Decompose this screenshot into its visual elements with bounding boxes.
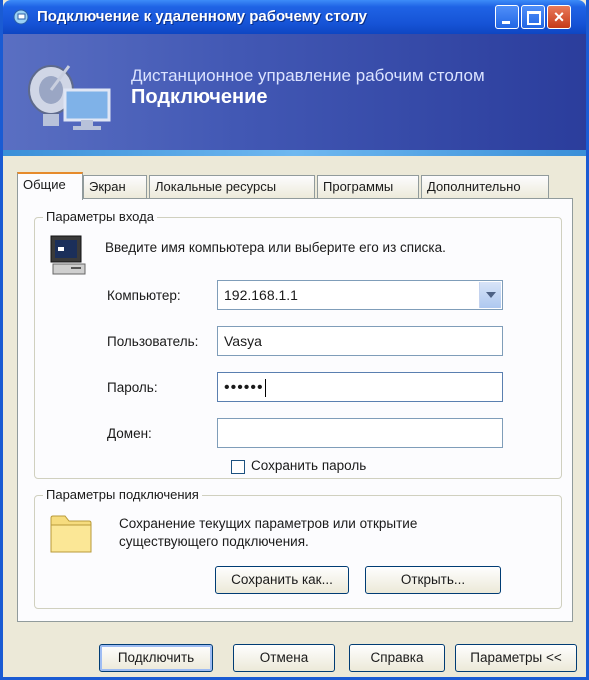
remote-desktop-logo-icon — [28, 65, 111, 130]
cancel-button[interactable]: Отмена — [233, 644, 335, 672]
dropdown-arrow-icon[interactable] — [479, 282, 501, 308]
password-label: Пароль: — [107, 380, 158, 395]
tab-general[interactable]: Общие — [17, 172, 83, 200]
tab-local-resources[interactable]: Локальные ресурсы — [149, 175, 315, 199]
domain-label: Домен: — [107, 426, 152, 441]
remote-desktop-icon — [13, 9, 29, 25]
connection-description-line2: существующего подключения. — [119, 534, 309, 549]
tab-programs[interactable]: Программы — [317, 175, 419, 199]
save-password-label[interactable]: Сохранить пароль — [251, 458, 366, 473]
connect-button[interactable]: Подключить — [99, 644, 213, 672]
minimize-icon[interactable] — [495, 5, 519, 29]
domain-field[interactable] — [217, 418, 503, 448]
help-button[interactable]: Справка — [349, 644, 445, 672]
computer-icon — [50, 235, 86, 275]
user-field[interactable]: Vasya — [217, 326, 503, 356]
user-label: Пользователь: — [107, 334, 199, 349]
login-settings-group: Параметры входа Введите имя компьютера и… — [34, 209, 562, 479]
close-icon[interactable]: × — [547, 5, 571, 29]
connection-settings-group: Параметры подключения Сохранение текущих… — [34, 487, 562, 609]
banner-stripe — [3, 150, 586, 156]
tab-display[interactable]: Экран — [83, 175, 147, 199]
tab-panel-general: Параметры входа Введите имя компьютера и… — [17, 198, 573, 622]
computer-combobox[interactable]: 192.168.1.1 — [217, 280, 503, 310]
folder-icon — [50, 515, 92, 553]
computer-label: Компьютер: — [107, 288, 181, 303]
window-title: Подключение к удаленному рабочему столу — [37, 8, 368, 25]
open-button[interactable]: Открыть... — [365, 566, 501, 594]
user-value: Vasya — [224, 333, 262, 349]
computer-value: 192.168.1.1 — [224, 287, 298, 303]
banner-subtitle: Дистанционное управление рабочим столом — [131, 66, 485, 85]
save-as-button[interactable]: Сохранить как... — [215, 566, 349, 594]
password-field[interactable]: •••••• — [217, 372, 503, 402]
maximize-icon[interactable] — [521, 5, 545, 29]
login-settings-label: Параметры входа — [43, 209, 157, 224]
connection-settings-label: Параметры подключения — [43, 487, 202, 502]
title-bar[interactable]: Подключение к удаленному рабочему столу … — [3, 0, 586, 34]
connection-description-line1: Сохранение текущих параметров или открыт… — [119, 516, 418, 531]
password-value: •••••• — [224, 379, 264, 396]
text-caret — [264, 379, 266, 398]
login-hint-text: Введите имя компьютера или выберите его … — [105, 240, 446, 255]
tab-advanced[interactable]: Дополнительно — [421, 175, 549, 199]
save-password-checkbox[interactable] — [231, 460, 245, 474]
header-banner: Дистанционное управление рабочим столом … — [3, 34, 586, 156]
rdp-window: Подключение к удаленному рабочему столу … — [0, 0, 589, 680]
banner-title: Подключение — [131, 86, 268, 108]
options-button[interactable]: Параметры << — [455, 644, 577, 672]
